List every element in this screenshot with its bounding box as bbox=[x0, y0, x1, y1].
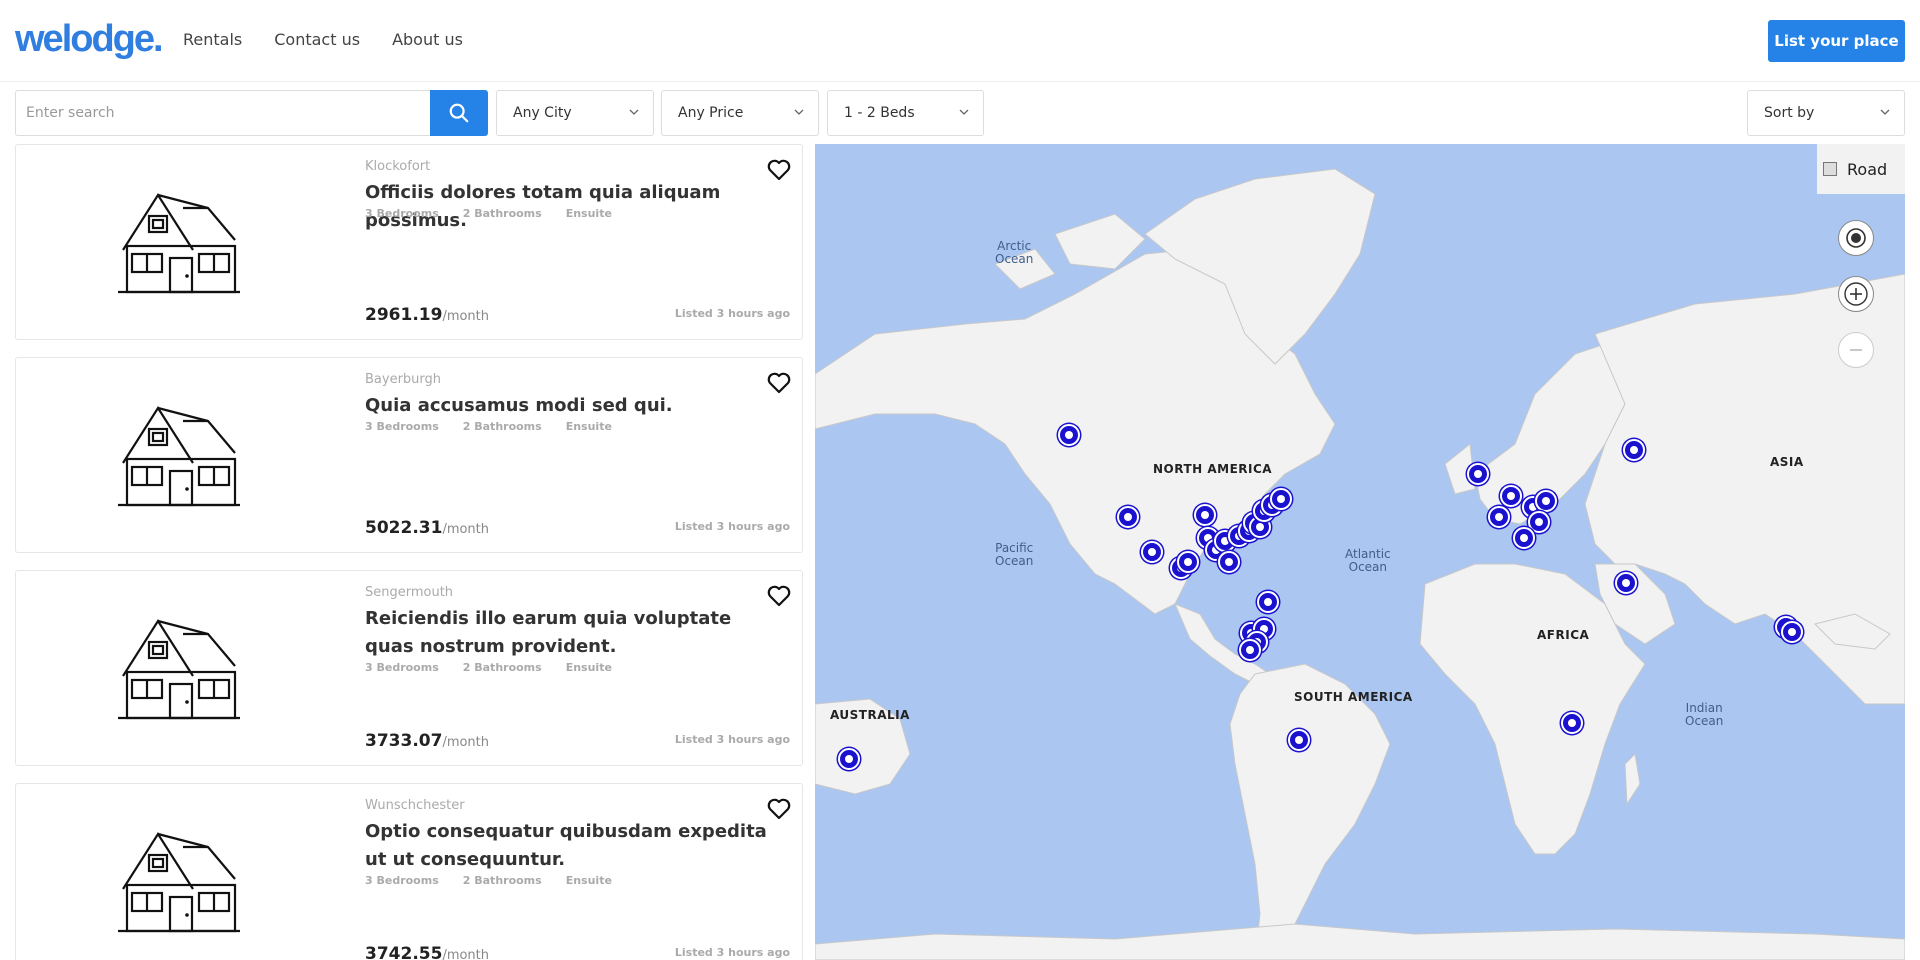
continent-label: NORTH AMERICA bbox=[1153, 462, 1273, 476]
map-marker[interactable] bbox=[1535, 490, 1557, 512]
zoom-out-icon bbox=[1850, 349, 1862, 351]
search-button[interactable] bbox=[430, 90, 488, 136]
listing-time: Listed 3 hours ago bbox=[674, 733, 790, 746]
price-select[interactable]: Any Price bbox=[661, 90, 819, 136]
chevron-down-icon bbox=[959, 109, 969, 115]
zoom-in-button[interactable] bbox=[1838, 276, 1874, 312]
listing-time: Listed 3 hours ago bbox=[674, 946, 790, 959]
main-nav: Rentals Contact us About us bbox=[183, 30, 463, 49]
map-marker[interactable] bbox=[1194, 504, 1216, 526]
sort-select[interactable]: Sort by bbox=[1747, 90, 1905, 136]
continent-label: SOUTH AMERICA bbox=[1294, 690, 1413, 704]
heart-icon[interactable] bbox=[767, 159, 791, 181]
listing-city: Klockofort bbox=[365, 159, 431, 174]
map-marker[interactable] bbox=[1513, 527, 1535, 549]
map-marker[interactable] bbox=[1615, 572, 1637, 594]
house-icon bbox=[118, 831, 240, 933]
map-layer-icon bbox=[1823, 162, 1837, 176]
search-input[interactable] bbox=[15, 90, 430, 136]
nav-about[interactable]: About us bbox=[392, 30, 463, 49]
map-marker[interactable] bbox=[1561, 712, 1583, 734]
map-marker[interactable] bbox=[838, 748, 860, 770]
map-marker[interactable] bbox=[1500, 485, 1522, 507]
listing-price: 5022.31/month bbox=[365, 518, 490, 538]
listing-price: 3742.55/month bbox=[365, 944, 490, 960]
map[interactable]: Road NORTH AMERICA SOUTH AMERICA AFRICA … bbox=[815, 144, 1905, 960]
listing-title[interactable]: Quia accusamus modi sed qui. bbox=[365, 392, 785, 420]
map-marker[interactable] bbox=[1058, 424, 1080, 446]
listing-city: Bayerburgh bbox=[365, 372, 442, 387]
locate-button[interactable] bbox=[1838, 220, 1874, 256]
map-marker[interactable] bbox=[1239, 639, 1261, 661]
zoom-in-icon bbox=[1844, 282, 1868, 306]
map-marker[interactable] bbox=[1177, 551, 1199, 573]
listing-time: Listed 3 hours ago bbox=[674, 307, 790, 320]
logo[interactable]: welodge. bbox=[15, 18, 163, 61]
list-your-place-button[interactable]: List your place bbox=[1768, 20, 1905, 62]
listing-card[interactable]: Bayerburgh Quia accusamus modi sed qui. … bbox=[15, 357, 803, 553]
listing-features: 3 Bedrooms 2 Bathrooms Ensuite bbox=[365, 874, 612, 887]
house-icon bbox=[118, 405, 240, 507]
nav-contact[interactable]: Contact us bbox=[274, 30, 360, 49]
map-marker[interactable] bbox=[1781, 621, 1803, 643]
continent-label: AFRICA bbox=[1537, 628, 1590, 642]
listing-city: Sengermouth bbox=[365, 585, 454, 600]
city-select[interactable]: Any City bbox=[496, 90, 654, 136]
nav-rentals[interactable]: Rentals bbox=[183, 30, 242, 49]
map-marker[interactable] bbox=[1141, 541, 1163, 563]
continent-label: ASIA bbox=[1770, 455, 1804, 469]
map-marker[interactable] bbox=[1117, 506, 1139, 528]
house-icon bbox=[118, 618, 240, 720]
heart-icon[interactable] bbox=[767, 798, 791, 820]
continent-label: AUSTRALIA bbox=[830, 708, 910, 722]
listing-city: Wunschchester bbox=[365, 798, 465, 813]
ocean-label: Atlantic Ocean bbox=[1345, 547, 1391, 574]
listing-price: 3733.07/month bbox=[365, 731, 490, 751]
listing-features: 3 Bedrooms 2 Bathrooms Ensuite bbox=[365, 420, 612, 433]
heart-icon[interactable] bbox=[767, 372, 791, 394]
heart-icon[interactable] bbox=[767, 585, 791, 607]
chevron-down-icon bbox=[794, 109, 804, 115]
beds-select[interactable]: 1 - 2 Beds bbox=[827, 90, 984, 136]
listing-features: 3 Bedrooms 2 Bathrooms Ensuite bbox=[365, 661, 612, 674]
house-icon bbox=[118, 192, 240, 294]
listing-price: 2961.19/month bbox=[365, 305, 490, 325]
ocean-label: Indian Ocean bbox=[1685, 701, 1724, 728]
map-marker[interactable] bbox=[1218, 551, 1240, 573]
filter-bar: Any City Any Price 1 - 2 Beds Sort by bbox=[0, 82, 1920, 144]
map-marker[interactable] bbox=[1623, 439, 1645, 461]
listing-title[interactable]: Reiciendis illo earum quia voluptate qua… bbox=[365, 605, 785, 661]
locate-icon bbox=[1846, 228, 1866, 248]
chevron-down-icon bbox=[1880, 109, 1890, 115]
ocean-label: Arctic Ocean bbox=[995, 239, 1034, 266]
listing-card[interactable]: Klockofort Officiis dolores totam quia a… bbox=[15, 144, 803, 340]
listing-title[interactable]: Optio consequatur quibusdam expedita ut … bbox=[365, 818, 785, 874]
map-style-road-button[interactable]: Road bbox=[1817, 144, 1905, 194]
map-marker[interactable] bbox=[1467, 463, 1489, 485]
map-marker[interactable] bbox=[1270, 488, 1292, 510]
zoom-out-button[interactable] bbox=[1838, 332, 1874, 368]
listing-card[interactable]: Wunschchester Optio consequatur quibusda… bbox=[15, 783, 803, 960]
map-marker[interactable] bbox=[1257, 591, 1279, 613]
map-marker[interactable] bbox=[1488, 506, 1510, 528]
map-marker[interactable] bbox=[1288, 729, 1310, 751]
listing-time: Listed 3 hours ago bbox=[674, 520, 790, 533]
ocean-label: Pacific Ocean bbox=[995, 541, 1034, 568]
search-icon bbox=[449, 103, 469, 123]
listing-card[interactable]: Sengermouth Reiciendis illo earum quia v… bbox=[15, 570, 803, 766]
listing-features: 3 Bedrooms 2 Bathrooms Ensuite bbox=[365, 207, 612, 220]
site-header: welodge. Rentals Contact us About us Lis… bbox=[0, 0, 1920, 82]
chevron-down-icon bbox=[629, 109, 639, 115]
listing-list: Klockofort Officiis dolores totam quia a… bbox=[15, 144, 803, 960]
